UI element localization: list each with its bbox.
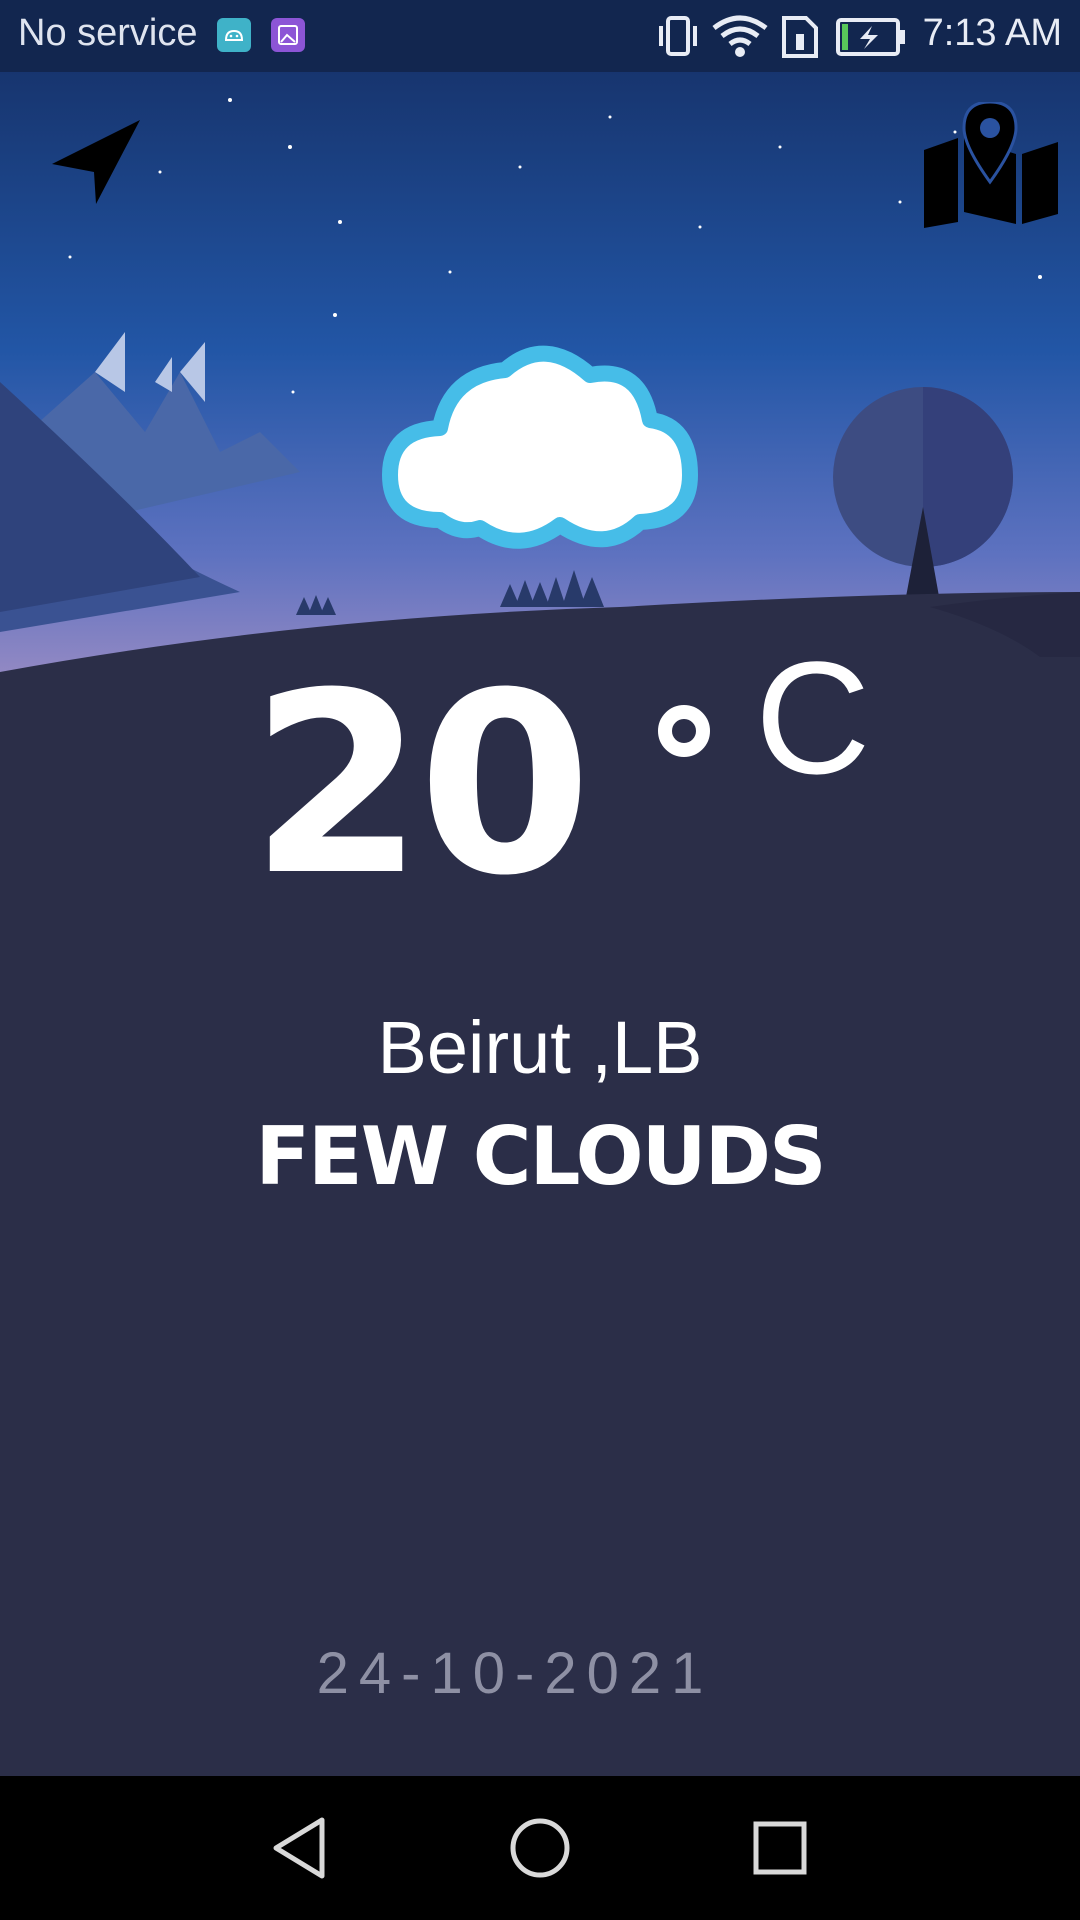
carrier-label: No service <box>18 12 198 54</box>
battery-charging-icon <box>836 18 906 61</box>
degree-symbol <box>658 705 710 757</box>
map-pin-icon[interactable] <box>920 100 1062 233</box>
cloud-icon <box>380 340 700 565</box>
home-icon[interactable] <box>500 1808 580 1888</box>
status-clock: 7:13 AM <box>922 12 1062 54</box>
navigation-bar <box>0 1776 1080 1920</box>
recents-icon[interactable] <box>740 1808 820 1888</box>
gallery-notification-icon <box>271 18 305 52</box>
temperature-unit: C <box>755 628 871 807</box>
city-label: Beirut ,LB <box>377 1006 703 1089</box>
date-label: 24-10-2021 <box>316 1641 714 1706</box>
android-notification-icon <box>217 18 251 52</box>
status-bar: No service 7:13 AM <box>0 0 1080 72</box>
vibrate-icon <box>655 14 701 63</box>
weather-condition: FEW CLOUDS <box>255 1110 826 1203</box>
sim-icon <box>780 14 820 65</box>
temperature-value: 20 <box>250 639 592 930</box>
weather-screen: No service 7:13 AM 20 C Beirut ,LB FEW C… <box>0 0 1080 1920</box>
back-icon[interactable] <box>260 1808 340 1888</box>
weather-scene <box>0 72 1080 692</box>
navigation-arrow-icon[interactable] <box>48 112 144 213</box>
wifi-icon <box>710 14 770 65</box>
